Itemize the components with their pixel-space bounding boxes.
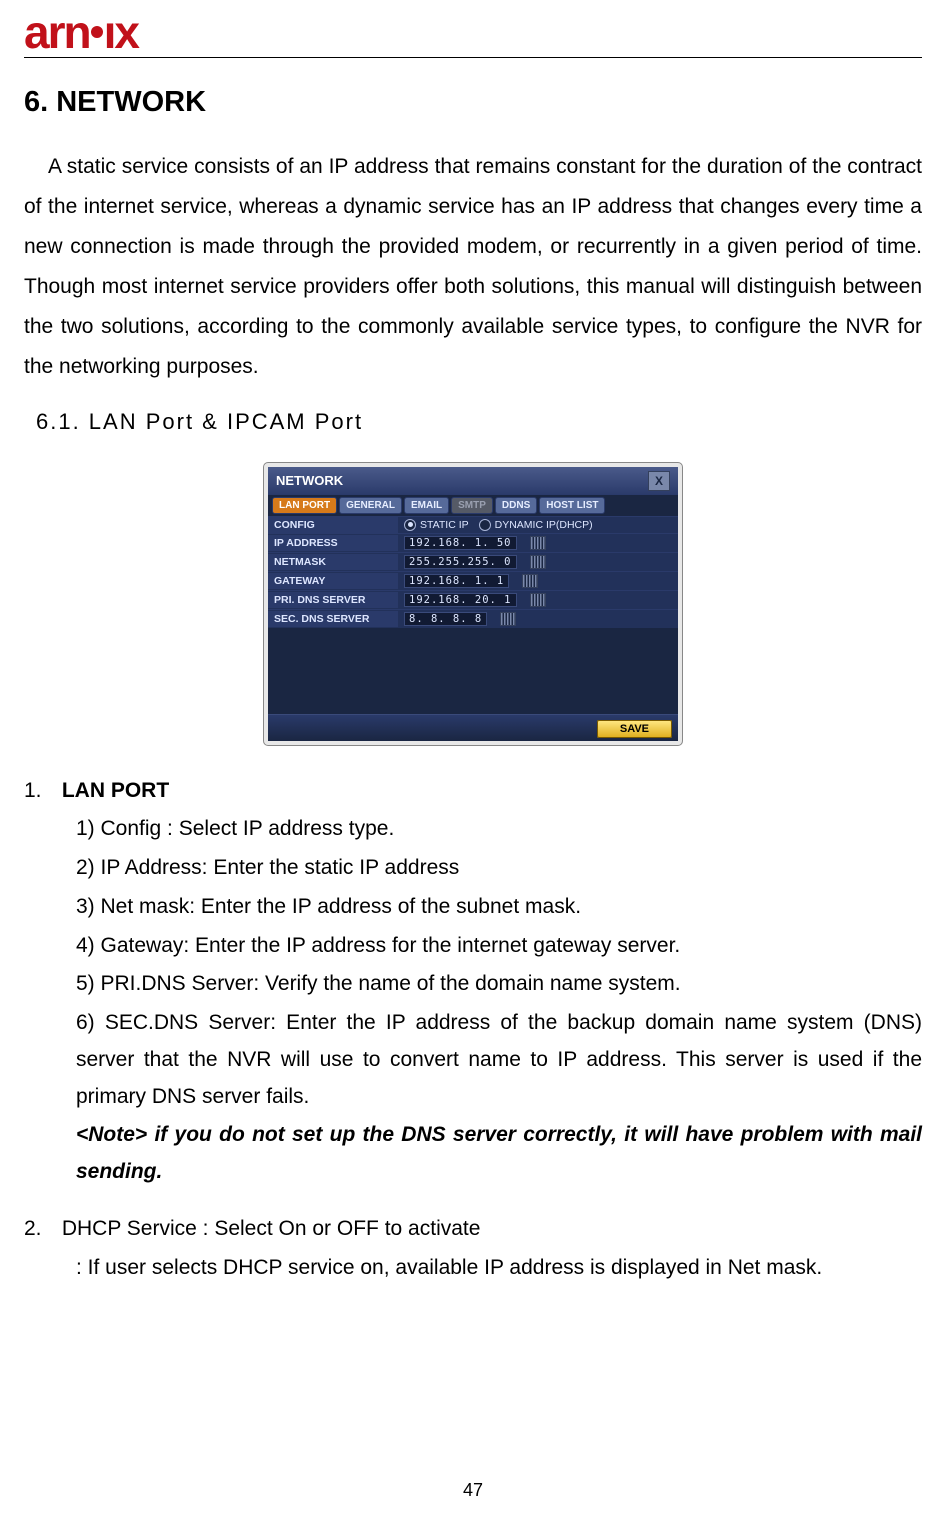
section-title: 6. NETWORK	[24, 86, 922, 119]
window-titlebar: NETWORK X	[268, 467, 678, 495]
pri-dns-input[interactable]: 192.168. 20. 1	[404, 593, 517, 607]
netmask-label: NETMASK	[268, 554, 398, 570]
sub-item-5: 5) PRI.DNS Server: Verify the name of th…	[76, 966, 922, 1003]
panel-empty-space	[268, 628, 678, 714]
gateway-row: GATEWAY 192.168. 1. 1	[268, 571, 678, 590]
note-text: <Note> if you do not set up the DNS serv…	[76, 1117, 922, 1191]
close-button[interactable]: X	[648, 471, 670, 491]
sec-dns-row: SEC. DNS SERVER 8. 8. 8. 8	[268, 609, 678, 628]
stepper-icon[interactable]	[530, 536, 546, 550]
sub-item-1: 1) Config : Select IP address type.	[76, 811, 922, 848]
intro-paragraph: A static service consists of an IP addre…	[24, 147, 922, 386]
pri-dns-label: PRI. DNS SERVER	[268, 592, 398, 608]
tab-smtp: SMTP	[451, 497, 493, 514]
tab-general[interactable]: GENERAL	[339, 497, 402, 514]
close-icon: X	[655, 474, 663, 488]
tab-row: LAN PORT GENERAL EMAIL SMTP DDNS HOST LI…	[268, 495, 678, 516]
gateway-label: GATEWAY	[268, 573, 398, 589]
radio-dot-icon	[404, 519, 416, 531]
list-heading: LAN PORT	[62, 779, 169, 802]
radio-static-ip[interactable]: STATIC IP	[404, 519, 469, 531]
config-label: CONFIG	[268, 517, 398, 533]
stepper-icon[interactable]	[530, 593, 546, 607]
sub-item-2: 2) IP Address: Enter the static IP addre…	[76, 850, 922, 887]
subsection-title: 6.1. LAN Port & IPCAM Port	[36, 409, 922, 435]
list-2-detail: : If user selects DHCP service on, avail…	[76, 1250, 922, 1287]
radio-dynamic-ip[interactable]: DYNAMIC IP(DHCP)	[479, 519, 593, 531]
network-settings-panel: NETWORK X LAN PORT GENERAL EMAIL SMTP DD…	[264, 463, 682, 745]
netmask-input[interactable]: 255.255.255. 0	[404, 555, 517, 569]
pri-dns-row: PRI. DNS SERVER 192.168. 20. 1	[268, 590, 678, 609]
tab-ddns[interactable]: DDNS	[495, 497, 537, 514]
header-bar: arnıx	[24, 12, 922, 58]
stepper-icon[interactable]	[522, 574, 538, 588]
field-rows: CONFIG STATIC IP DYNAMIC IP(DHCP) IP ADD	[268, 516, 678, 628]
sub-item-6: 6) SEC.DNS Server: Enter the IP address …	[76, 1005, 922, 1115]
stepper-icon[interactable]	[500, 612, 516, 626]
radio-static-ip-label: STATIC IP	[420, 519, 469, 531]
brand-logo: arnıx	[24, 6, 138, 58]
list-item-2-heading: 2. DHCP Service : Select On or OFF to ac…	[24, 1211, 922, 1248]
ip-address-input[interactable]: 192.168. 1. 50	[404, 536, 517, 550]
config-row: CONFIG STATIC IP DYNAMIC IP(DHCP)	[268, 516, 678, 533]
sec-dns-label: SEC. DNS SERVER	[268, 611, 398, 627]
ip-address-label: IP ADDRESS	[268, 535, 398, 551]
screenshot-container: NETWORK X LAN PORT GENERAL EMAIL SMTP DD…	[24, 463, 922, 745]
save-button[interactable]: SAVE	[597, 720, 672, 738]
sub-items: : If user selects DHCP service on, avail…	[76, 1250, 922, 1287]
list-block-2: 2. DHCP Service : Select On or OFF to ac…	[24, 1211, 922, 1287]
sub-items: 1) Config : Select IP address type. 2) I…	[76, 811, 922, 1191]
netmask-row: NETMASK 255.255.255. 0	[268, 552, 678, 571]
ip-address-row: IP ADDRESS 192.168. 1. 50	[268, 533, 678, 552]
stepper-icon[interactable]	[530, 555, 546, 569]
tab-email[interactable]: EMAIL	[404, 497, 449, 514]
list-heading: DHCP Service : Select On or OFF to activ…	[62, 1217, 481, 1240]
radio-dot-icon	[479, 519, 491, 531]
tab-lan-port[interactable]: LAN PORT	[272, 497, 337, 514]
window-title: NETWORK	[276, 473, 343, 488]
sub-item-3: 3) Net mask: Enter the IP address of the…	[76, 889, 922, 926]
sub-item-4: 4) Gateway: Enter the IP address for the…	[76, 928, 922, 965]
radio-dynamic-ip-label: DYNAMIC IP(DHCP)	[495, 519, 593, 531]
list-number: 1.	[24, 773, 56, 810]
list-number: 2.	[24, 1211, 56, 1248]
save-row: SAVE	[268, 714, 678, 741]
page-number: 47	[0, 1480, 946, 1501]
sec-dns-input[interactable]: 8. 8. 8. 8	[404, 612, 487, 626]
tab-host-list[interactable]: HOST LIST	[539, 497, 605, 514]
list-block-1: 1. LAN PORT 1) Config : Select IP addres…	[24, 773, 922, 1191]
list-item-1-heading: 1. LAN PORT	[24, 773, 922, 810]
gateway-input[interactable]: 192.168. 1. 1	[404, 574, 509, 588]
